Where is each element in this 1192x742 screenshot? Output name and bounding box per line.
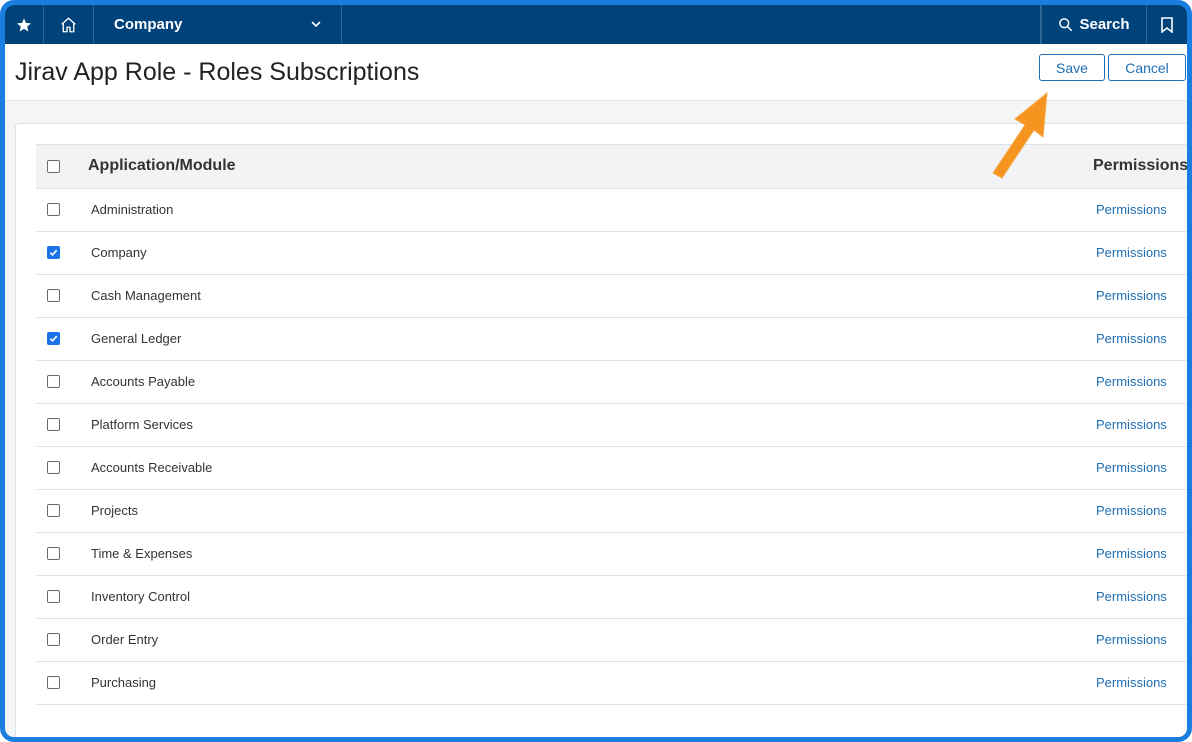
permissions-link[interactable]: Permissions bbox=[1096, 589, 1167, 604]
cancel-button[interactable]: Cancel bbox=[1108, 54, 1186, 81]
table-row: Cash Management Permissions bbox=[36, 275, 1187, 318]
permissions-link[interactable]: Permissions bbox=[1096, 288, 1167, 303]
permissions-link[interactable]: Permissions bbox=[1096, 546, 1167, 561]
row-checkbox[interactable] bbox=[47, 203, 60, 216]
table-row: Administration Permissions bbox=[36, 189, 1187, 232]
row-checkbox[interactable] bbox=[47, 418, 60, 431]
table-row: Accounts Receivable Permissions bbox=[36, 447, 1187, 490]
save-button[interactable]: Save bbox=[1039, 54, 1105, 81]
module-name: Time & Expenses bbox=[91, 546, 193, 561]
table-row: Projects Permissions bbox=[36, 490, 1187, 533]
row-checkbox[interactable] bbox=[47, 461, 60, 474]
module-name: Order Entry bbox=[91, 632, 159, 647]
module-name: Projects bbox=[91, 503, 138, 518]
topbar-spacer bbox=[342, 5, 1041, 44]
table-row: Platform Services Permissions bbox=[36, 404, 1187, 447]
row-checkbox[interactable] bbox=[47, 676, 60, 689]
permissions-link[interactable]: Permissions bbox=[1096, 632, 1167, 647]
app-window: Company Search Jirav App Role - Roles Su… bbox=[0, 0, 1192, 742]
row-checkbox[interactable] bbox=[47, 289, 60, 302]
row-checkbox[interactable] bbox=[47, 246, 60, 259]
subscriptions-card: Application/Module Permissions Administr… bbox=[15, 123, 1189, 737]
row-checkbox[interactable] bbox=[47, 590, 60, 603]
company-menu-label: Company bbox=[114, 16, 183, 33]
permissions-link[interactable]: Permissions bbox=[1096, 374, 1167, 389]
row-checkbox[interactable] bbox=[47, 375, 60, 388]
row-checkbox[interactable] bbox=[47, 332, 60, 345]
select-all-checkbox[interactable] bbox=[47, 160, 60, 173]
table-row: General Ledger Permissions bbox=[36, 318, 1187, 361]
permissions-link[interactable]: Permissions bbox=[1096, 202, 1167, 217]
column-header-application: Application/Module bbox=[88, 157, 236, 174]
module-name: General Ledger bbox=[91, 331, 182, 346]
bookmark-button[interactable] bbox=[1147, 5, 1187, 44]
row-checkbox[interactable] bbox=[47, 504, 60, 517]
home-icon bbox=[61, 17, 76, 32]
checkmark-icon bbox=[49, 335, 58, 343]
company-menu[interactable]: Company bbox=[94, 5, 342, 44]
row-checkbox[interactable] bbox=[47, 633, 60, 646]
table-body: Administration Permissions Company Permissi… bbox=[36, 189, 1187, 705]
orange-arrow-annotation bbox=[992, 91, 1048, 179]
search-icon bbox=[1059, 18, 1073, 32]
module-name: Platform Services bbox=[91, 417, 193, 432]
module-name: Company bbox=[91, 245, 147, 260]
subscriptions-table: Application/Module Permissions Administr… bbox=[36, 144, 1189, 705]
favorites-button[interactable] bbox=[5, 5, 44, 44]
permissions-link[interactable]: Permissions bbox=[1096, 331, 1167, 346]
permissions-link[interactable]: Permissions bbox=[1096, 417, 1167, 432]
module-name: Purchasing bbox=[91, 675, 157, 690]
permissions-link[interactable]: Permissions bbox=[1096, 245, 1167, 260]
column-header-permissions: Permissions bbox=[1093, 157, 1189, 174]
permissions-link[interactable]: Permissions bbox=[1096, 460, 1167, 475]
module-name: Administration bbox=[91, 202, 174, 217]
top-navigation-bar: Company Search bbox=[5, 5, 1187, 44]
star-icon bbox=[17, 17, 31, 31]
module-name: Accounts Receivable bbox=[91, 460, 213, 475]
page-title: Jirav App Role - Roles Subscriptions bbox=[15, 58, 420, 86]
search-label: Search bbox=[1079, 16, 1130, 33]
table-row: Time & Expenses Permissions bbox=[36, 533, 1187, 576]
table-row: Accounts Payable Permissions bbox=[36, 361, 1187, 404]
module-name: Accounts Payable bbox=[91, 374, 196, 389]
table-row: Company Permissions bbox=[36, 232, 1187, 275]
chevron-down-icon bbox=[311, 21, 321, 28]
checkmark-icon bbox=[49, 249, 58, 257]
row-checkbox[interactable] bbox=[47, 547, 60, 560]
bookmark-icon bbox=[1161, 16, 1173, 33]
home-button[interactable] bbox=[44, 5, 94, 44]
table-row: Inventory Control Permissions bbox=[36, 576, 1187, 619]
table-row: Order Entry Permissions bbox=[36, 619, 1187, 662]
permissions-link[interactable]: Permissions bbox=[1096, 675, 1167, 690]
table-row: Purchasing Permissions bbox=[36, 662, 1187, 705]
module-name: Cash Management bbox=[91, 288, 201, 303]
search-button[interactable]: Search bbox=[1041, 5, 1147, 44]
permissions-link[interactable]: Permissions bbox=[1096, 503, 1167, 518]
module-name: Inventory Control bbox=[91, 589, 190, 604]
